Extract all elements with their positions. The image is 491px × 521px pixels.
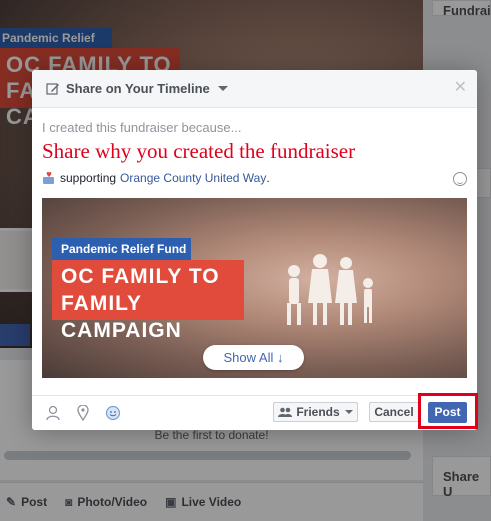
- supporting-label: supporting: [60, 171, 117, 185]
- audience-label: Friends: [296, 405, 340, 419]
- instruction-annotation: Share why you created the fundraiser: [42, 139, 356, 163]
- post-button-highlight: [418, 393, 478, 429]
- photo-banner-line1: OC FAMILY TO FAMILY: [61, 265, 220, 315]
- fundraiser-photo: Pandemic Relief Fund OC FAMILY TO FAMILY…: [42, 198, 467, 378]
- dialog-footer: Friends Cancel Post: [32, 395, 477, 430]
- charity-heart-icon: [43, 172, 54, 184]
- dialog-title[interactable]: Share on Your Timeline: [66, 81, 210, 96]
- chevron-down-icon: [344, 410, 353, 414]
- photo-banner: OC FAMILY TO FAMILY CAMPAIGN: [52, 260, 244, 342]
- organization-link[interactable]: Orange County United Way: [120, 171, 266, 185]
- friends-icon: [278, 407, 293, 417]
- photo-badge: Pandemic Relief Fund: [52, 238, 191, 260]
- cancel-button[interactable]: Cancel: [369, 402, 419, 422]
- audience-selector[interactable]: Friends: [273, 402, 358, 422]
- chevron-down-icon[interactable]: [217, 86, 228, 91]
- status-composer[interactable]: I created this fundraiser because... Sha…: [32, 108, 477, 186]
- edit-icon: [46, 82, 59, 95]
- status-input-placeholder[interactable]: I created this fundraiser because...: [42, 120, 467, 135]
- tag-friends-icon[interactable]: [44, 404, 62, 422]
- feeling-icon[interactable]: [104, 404, 122, 422]
- paper-family-illustration: [287, 254, 373, 325]
- share-dialog: Share on Your Timeline ✕ I created this …: [32, 70, 477, 430]
- emoji-icon[interactable]: [453, 172, 467, 186]
- photo-banner-line2: CAMPAIGN: [61, 319, 182, 342]
- close-icon[interactable]: ✕: [454, 80, 467, 96]
- location-icon[interactable]: [74, 404, 92, 422]
- dialog-header: Share on Your Timeline ✕: [32, 70, 477, 108]
- show-all-button[interactable]: Show All ↓: [203, 345, 304, 370]
- supporting-line: supporting Orange County United Way.: [42, 171, 467, 185]
